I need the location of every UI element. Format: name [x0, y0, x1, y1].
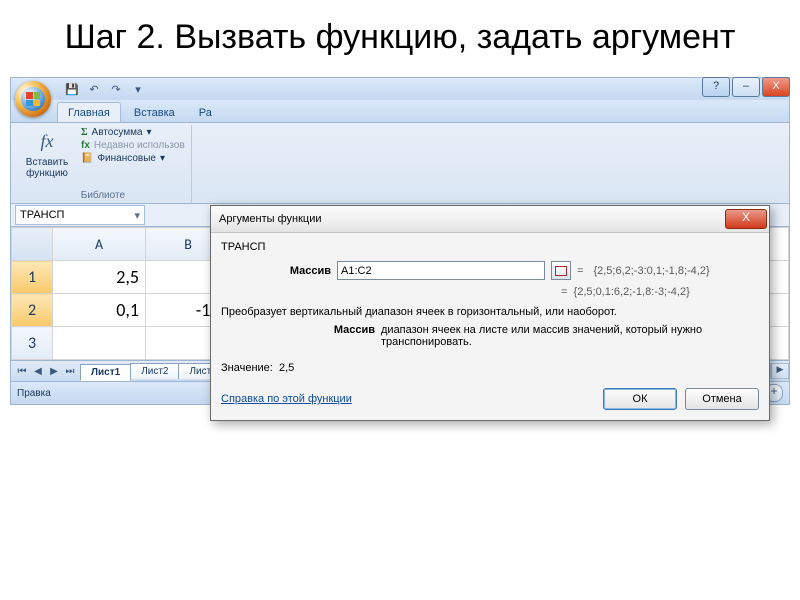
row-header-2[interactable]: 2 [12, 294, 53, 327]
name-box[interactable]: ТРАНСП ▾ [15, 205, 145, 225]
equals-sign: = [577, 265, 583, 277]
row-header-1[interactable]: 1 [12, 261, 53, 294]
select-all-corner[interactable] [12, 228, 53, 261]
range-picker-icon [555, 266, 567, 276]
ribbon-tabs: Главная Вставка Ра [10, 100, 790, 123]
quick-access-toolbar: 💾 ↶ ↷ ▾ [63, 80, 147, 98]
arg-desc-text: диапазон ячеек на листе или массив значе… [381, 324, 759, 348]
dialog-title: Аргументы функции [219, 213, 322, 225]
fx-green-icon: fx [81, 140, 90, 151]
close-button[interactable]: X [762, 77, 790, 97]
title-bar: 💾 ↶ ↷ ▾ [10, 77, 790, 100]
tab-nav-first-icon[interactable]: ⏮ [15, 366, 29, 377]
arg-desc-label: Массив [221, 324, 381, 348]
tab-nav-last-icon[interactable]: ⏭ [63, 366, 77, 377]
save-icon[interactable]: 💾 [63, 80, 81, 98]
dialog-body: ТРАНСП Массив = {2,5;6,2;-3:0,1;-1,8;-4,… [211, 233, 769, 420]
autosum-menu: ΣАвтосумма ▾ fxНедавно использов 📔Финанс… [81, 125, 185, 179]
arg-label: Массив [221, 265, 331, 277]
group-title: Библиоте [21, 188, 185, 203]
ribbon: fx Вставить функцию ΣАвтосумма ▾ fxНедав… [10, 123, 790, 204]
excel-window: ? – X 💾 ↶ ↷ ▾ Главная Вставка Ра fx Вста… [10, 77, 790, 405]
financial-button[interactable]: 📔Финансовые ▾ [81, 153, 185, 164]
autosum-button[interactable]: ΣАвтосумма ▾ [81, 127, 185, 138]
result-value: 2,5 [279, 362, 294, 374]
status-mode: Правка [17, 388, 51, 399]
function-arguments-dialog: Аргументы функции X ТРАНСП Массив = {2,5… [210, 205, 770, 421]
function-description: Преобразует вертикальный диапазон ячеек … [221, 306, 759, 318]
chevron-down-icon: ▾ [160, 153, 165, 164]
chevron-down-icon: ▾ [147, 127, 152, 138]
dialog-close-button[interactable]: X [725, 209, 767, 229]
cell-A1[interactable]: 2,5 [53, 261, 146, 294]
redo-icon[interactable]: ↷ [107, 80, 125, 98]
qat-more-icon[interactable]: ▾ [129, 80, 147, 98]
book-icon: 📔 [81, 153, 93, 164]
tab-insert[interactable]: Вставка [123, 102, 186, 122]
col-header-A[interactable]: A [53, 228, 146, 261]
scroll-right-icon[interactable]: ▶ [771, 363, 789, 379]
insert-function-button[interactable]: fx Вставить функцию [21, 125, 73, 179]
tab-home[interactable]: Главная [57, 102, 121, 122]
name-box-value: ТРАНСП [20, 209, 64, 221]
tab-page-layout[interactable]: Ра [188, 102, 223, 122]
undo-icon[interactable]: ↶ [85, 80, 103, 98]
fx-icon: fx [41, 125, 54, 157]
result-value-row: Значение: 2,5 [221, 362, 759, 374]
range-picker-button[interactable] [551, 261, 571, 280]
dialog-footer: Справка по этой функции ОК Отмена [221, 384, 759, 410]
sheet-tab-2[interactable]: Лист2 [130, 363, 179, 379]
function-name: ТРАНСП [221, 241, 759, 253]
recently-used-button[interactable]: fxНедавно использов [81, 140, 185, 151]
row-header-3[interactable]: 3 [12, 327, 53, 360]
office-orb[interactable] [15, 81, 51, 117]
arg-input[interactable] [337, 261, 545, 280]
arg-preview: {2,5;6,2;-3:0,1;-1,8;-4,2} [593, 265, 709, 277]
help-button[interactable]: ? [702, 77, 730, 97]
chevron-down-icon[interactable]: ▾ [134, 209, 140, 222]
tab-nav-prev-icon[interactable]: ◀ [31, 366, 45, 377]
slide-title: Шаг 2. Вызвать функцию, задать аргумент [0, 0, 800, 77]
arg-description: Массив диапазон ячеек на листе или масси… [221, 324, 759, 348]
ok-button[interactable]: ОК [603, 388, 677, 410]
help-link[interactable]: Справка по этой функции [221, 393, 352, 405]
cancel-button[interactable]: Отмена [685, 388, 759, 410]
arg-row: Массив = {2,5;6,2;-3:0,1;-1,8;-4,2} [221, 261, 759, 280]
sheet-tab-1[interactable]: Лист1 [80, 364, 131, 381]
result-preview-row: = {2,5;0,1:6,2;-1,8:-3;-4,2} [561, 286, 759, 298]
insert-function-label: Вставить функцию [26, 157, 68, 179]
tab-nav-next-icon[interactable]: ▶ [47, 366, 61, 377]
cell-A3[interactable] [53, 327, 146, 360]
dialog-titlebar[interactable]: Аргументы функции X [211, 206, 769, 233]
tab-nav: ⏮ ◀ ▶ ⏭ [11, 366, 81, 377]
minimize-button[interactable]: – [732, 77, 760, 97]
window-chrome: ? – X [702, 77, 790, 97]
ribbon-group-function-library: fx Вставить функцию ΣАвтосумма ▾ fxНедав… [15, 125, 192, 203]
sigma-icon: Σ [81, 127, 88, 138]
cell-A2[interactable]: 0,1 [53, 294, 146, 327]
